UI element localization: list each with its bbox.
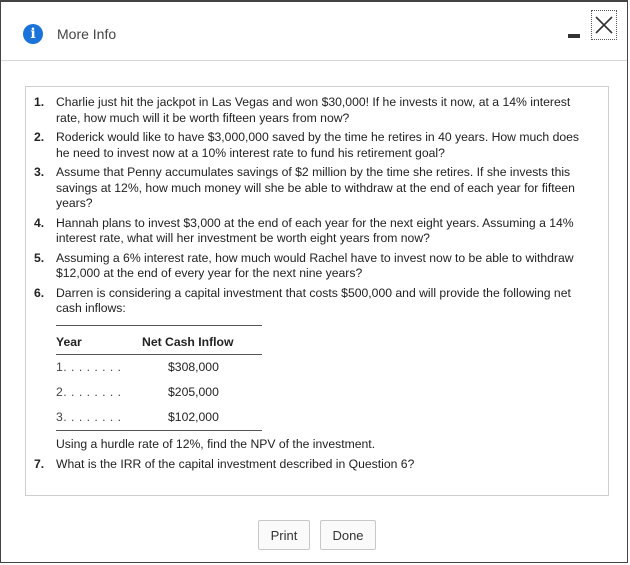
- minimize-icon: [568, 34, 580, 38]
- question-item: 4. Hannah plans to invest $3,000 at the …: [32, 216, 592, 247]
- info-content: 1. Charlie just hit the jackpot in Las V…: [25, 86, 609, 496]
- question-number: 6.: [34, 285, 45, 300]
- dialog-title: More Info: [57, 26, 117, 42]
- question-text: Assuming a 6% interest rate, how much wo…: [56, 250, 574, 281]
- inflow-cell: $308,000: [168, 359, 219, 374]
- question-text: Charlie just hit the jackpot in Las Vega…: [56, 95, 571, 125]
- question-item: 2. Roderick would like to have $3,000,00…: [32, 130, 592, 161]
- inflow-column-header: Net Cash Inflow: [142, 324, 262, 355]
- question-text: What is the IRR of the capital investmen…: [56, 456, 415, 471]
- question-number: 1.: [34, 95, 45, 109]
- cash-inflow-table: Year Net Cash Inflow 1. . . . . . . . $3…: [56, 324, 262, 432]
- dialog-titlebar: i More Info: [1, 2, 627, 61]
- inflow-cell: $205,000: [168, 384, 219, 399]
- question-item: 1. Charlie just hit the jackpot in Las V…: [32, 95, 592, 126]
- question-item: 7. What is the IRR of the capital invest…: [32, 457, 592, 473]
- minimize-button[interactable]: [567, 26, 581, 40]
- inflow-cell: $102,000: [142, 405, 262, 431]
- year-cell: 3. . . . . . . .: [56, 405, 143, 431]
- question-item: 6. Darren is considering a capital inves…: [32, 286, 592, 453]
- table-row: 1. . . . . . . . $308,000: [56, 355, 262, 381]
- question-text: Hannah plans to invest $3,000 at the end…: [56, 215, 574, 246]
- question-item: 3. Assume that Penny accumulates savings…: [32, 165, 592, 212]
- table-row: 2. . . . . . . . $205,000: [56, 380, 262, 405]
- year-column-header: Year: [56, 324, 143, 355]
- question-number: 5.: [34, 250, 45, 265]
- print-button[interactable]: Print: [258, 520, 310, 550]
- question-text: Assume that Penny accumulates savings of…: [56, 165, 575, 210]
- close-icon: [595, 16, 613, 34]
- year-cell: 2. . . . . . . .: [56, 384, 122, 399]
- more-info-dialog: i More Info 1. Charlie just hit the jack…: [0, 0, 628, 563]
- question-number: 2.: [34, 130, 45, 144]
- question-item: 5. Assuming a 6% interest rate, how much…: [32, 251, 592, 282]
- question-text: Roderick would like to have $3,000,000 s…: [56, 130, 579, 160]
- question-text: Darren is considering a capital investme…: [56, 285, 571, 316]
- table-row: 3. . . . . . . . $102,000: [56, 405, 262, 431]
- close-button[interactable]: [591, 10, 617, 40]
- done-button[interactable]: Done: [320, 520, 376, 550]
- question-number: 3.: [34, 165, 45, 179]
- year-cell: 1. . . . . . . .: [56, 359, 122, 374]
- info-icon: i: [23, 24, 43, 44]
- question-number: 7.: [34, 456, 45, 471]
- question-list: 1. Charlie just hit the jackpot in Las V…: [32, 95, 592, 476]
- question-number: 4.: [34, 215, 45, 230]
- question-followup-text: Using a hurdle rate of 12%, find the NPV…: [56, 437, 376, 451]
